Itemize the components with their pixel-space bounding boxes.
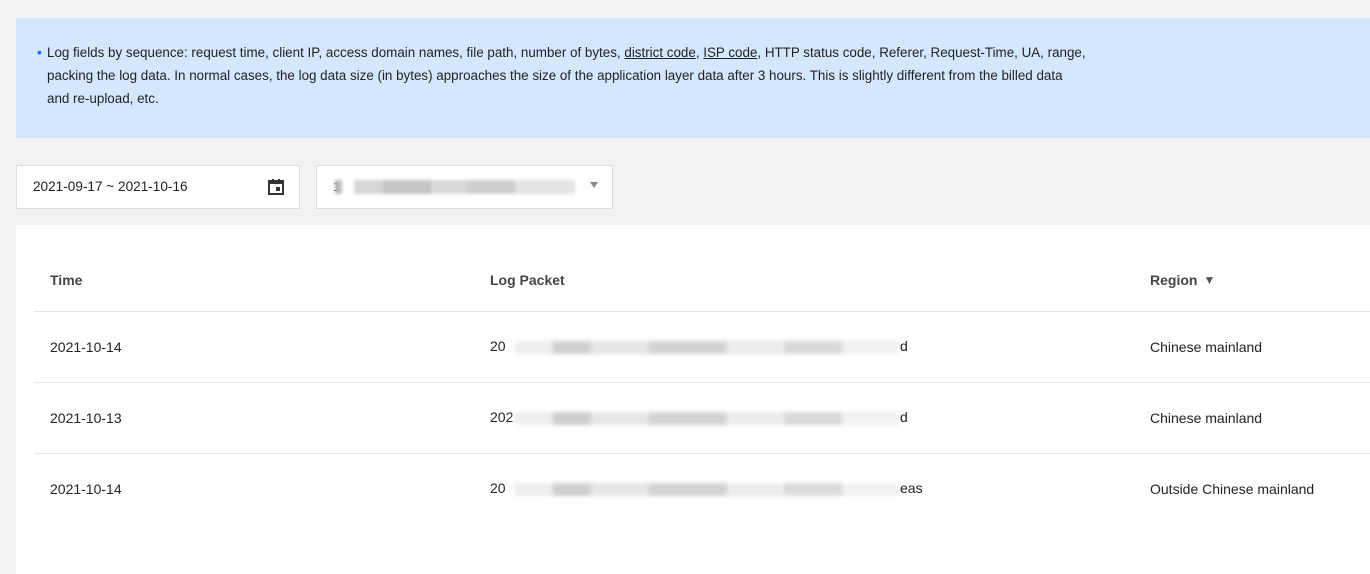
log-packet-link[interactable]: 202 d (490, 409, 930, 427)
packet-prefix: 20 (490, 480, 506, 497)
packet-suffix: d (900, 338, 908, 355)
date-range-value: 2021-09-17 ~ 2021-10-16 (33, 179, 188, 194)
date-range-picker[interactable]: 2021-09-17 ~ 2021-10-16 (16, 165, 300, 209)
log-table-panel: Time Log Packet Region ▼ 2021-10-14 20 d … (16, 225, 1370, 574)
table-row: 2021-10-14 20 d Chinese mainland (34, 311, 1370, 383)
log-packet-cell[interactable]: 202 d (474, 382, 1134, 454)
log-packet-cell[interactable]: 20 eas (474, 454, 1134, 525)
packet-redacted-mask (514, 341, 900, 355)
log-packet-link[interactable]: 20 eas (490, 480, 930, 498)
notice-line-2: packing the log data. In normal cases, t… (47, 68, 1063, 83)
packet-prefix: 202 (490, 409, 514, 426)
region-cell: Chinese mainland (1134, 311, 1370, 383)
time-cell: 2021-10-14 (34, 311, 474, 383)
isp-code-link[interactable]: ISP code (703, 45, 757, 60)
domain-redacted-mask (335, 180, 575, 194)
notice-text: • Log fields by sequence: request time, … (37, 41, 1370, 110)
info-notice: • Log fields by sequence: request time, … (16, 18, 1370, 138)
packet-suffix: eas (900, 480, 923, 497)
district-code-link[interactable]: district code (624, 45, 695, 60)
packet-redacted-mask (514, 483, 900, 497)
log-packet-column-header: Log Packet (474, 249, 1134, 312)
notice-text-part: Log fields by sequence: request time, cl… (47, 45, 621, 60)
packet-suffix: d (900, 409, 908, 426)
region-header-label: Region (1150, 272, 1198, 288)
table-row: 2021-10-13 202 d Chinese mainland (34, 382, 1370, 454)
time-cell: 2021-10-13 (34, 382, 474, 454)
region-cell: Chinese mainland (1134, 382, 1370, 454)
region-cell: Outside Chinese mainland (1150, 481, 1315, 497)
log-table: Time Log Packet Region ▼ 2021-10-14 20 d … (34, 249, 1370, 524)
calendar-icon (268, 179, 284, 195)
log-packet-cell[interactable]: 20 d (474, 311, 1134, 383)
time-column-header: Time (34, 249, 474, 312)
time-cell: 2021-10-14 (50, 481, 122, 497)
domain-select[interactable]: 1 (316, 165, 613, 209)
table-row: 2021-10-14 20 eas Outside Chinese mainla… (34, 454, 1370, 525)
chevron-down-icon (590, 182, 598, 188)
notice-line-1: Log fields by sequence: request time, cl… (47, 45, 1086, 60)
packet-redacted-mask (514, 412, 900, 426)
packet-prefix: 20 (490, 338, 506, 355)
region-column-header: Region ▼ (1134, 249, 1370, 312)
filter-icon[interactable]: ▼ (1203, 273, 1215, 287)
bullet-dot-icon: • (37, 44, 42, 60)
log-packet-link[interactable]: 20 d (490, 338, 930, 356)
notice-line-3: and re-upload, etc. (47, 91, 159, 106)
notice-text-part: , HTTP status code, Referer, Request-Tim… (757, 45, 1086, 60)
table-header-row: Time Log Packet Region ▼ (34, 249, 1370, 312)
